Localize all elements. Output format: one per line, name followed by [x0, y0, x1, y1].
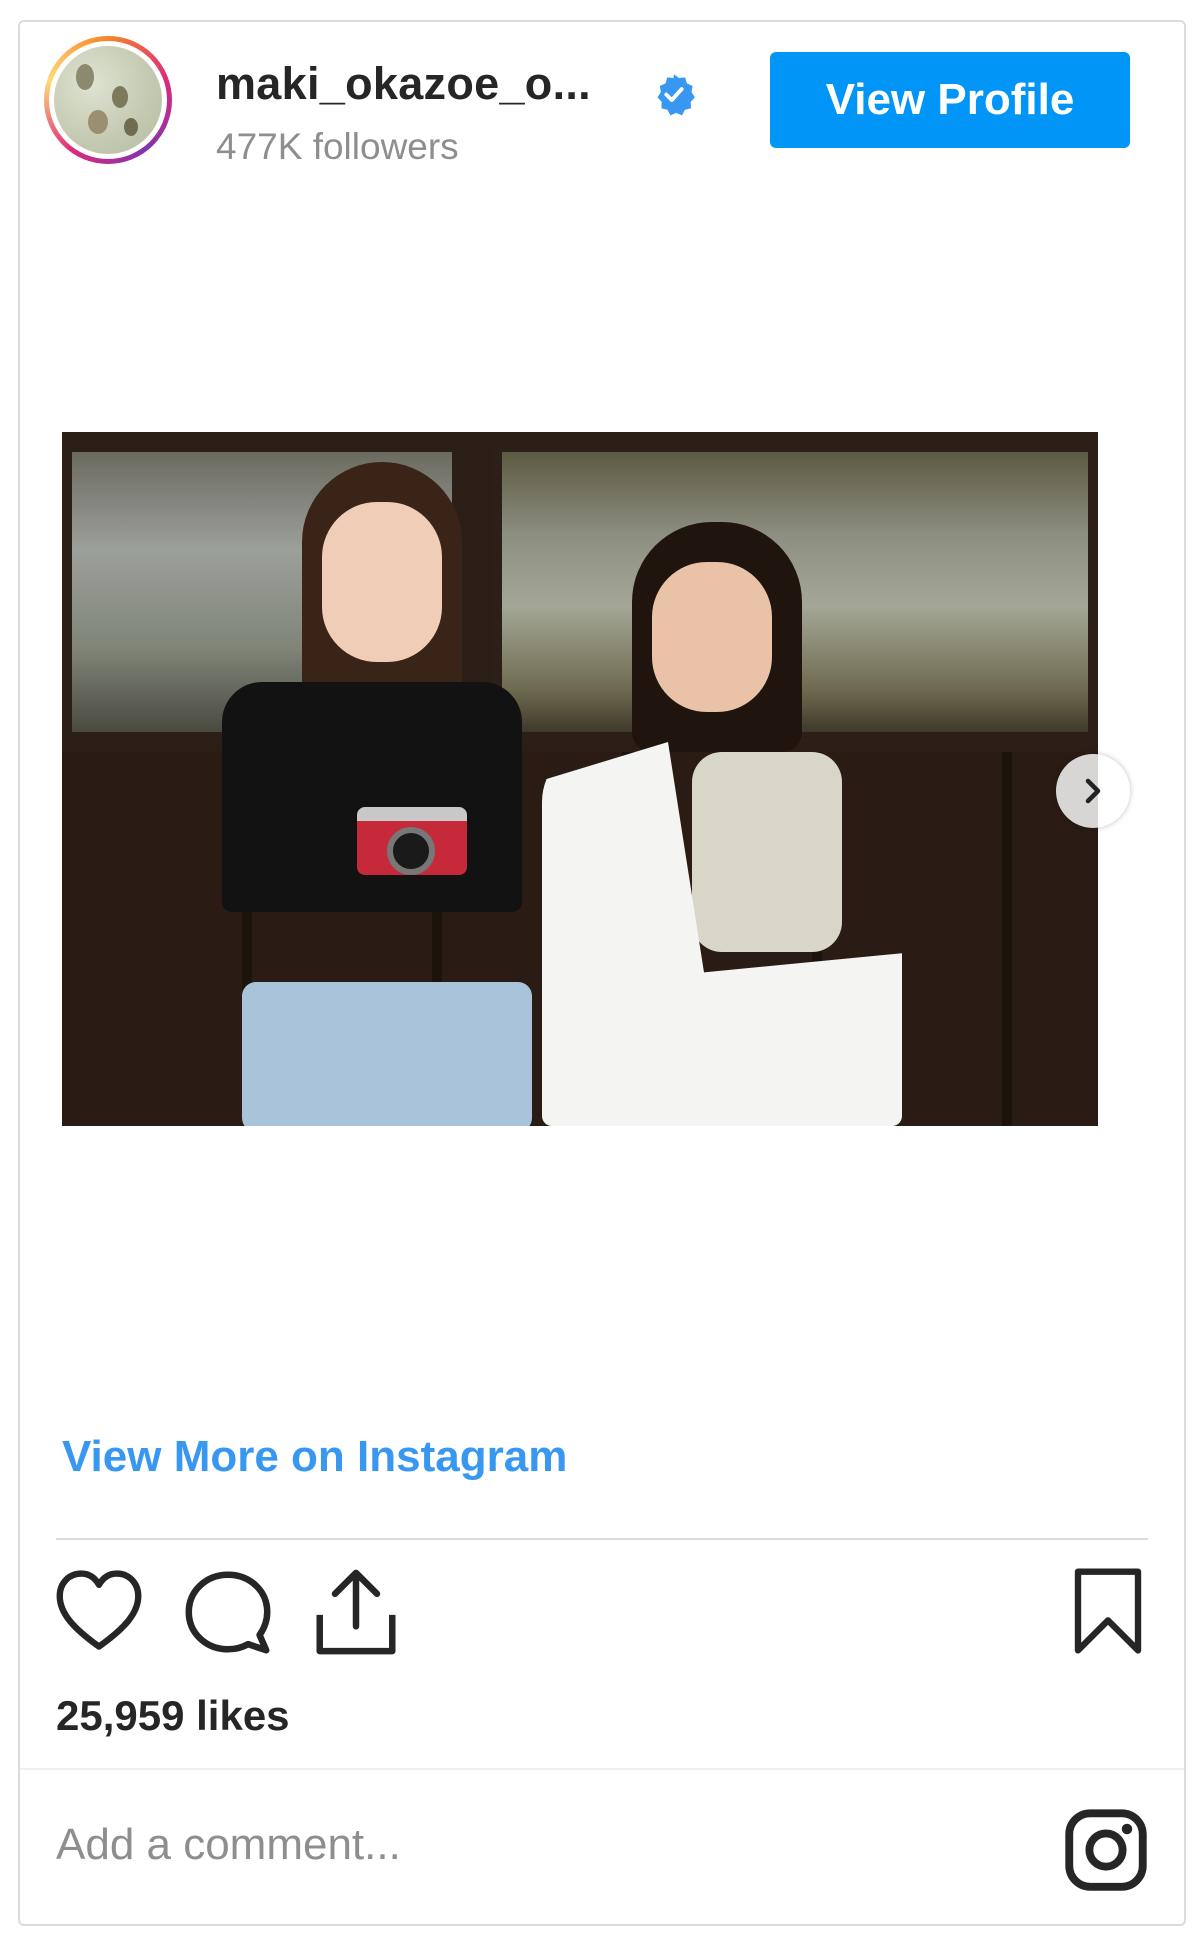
person-right: [532, 522, 912, 1126]
instagram-logo-icon[interactable]: [1064, 1808, 1148, 1892]
divider: [56, 1538, 1148, 1540]
person-left: [182, 462, 542, 1126]
verified-badge-icon: [657, 74, 695, 116]
profile-avatar[interactable]: [44, 36, 172, 164]
comment-input[interactable]: Add a comment...: [56, 1820, 401, 1870]
heart-icon[interactable]: [54, 1568, 144, 1654]
chevron-right-icon: [1085, 778, 1101, 804]
bookmark-icon[interactable]: [1070, 1566, 1146, 1656]
follower-count: 477K followers: [216, 126, 459, 167]
view-profile-button[interactable]: View Profile: [770, 52, 1130, 148]
comment-bubble-icon[interactable]: [182, 1568, 274, 1656]
like-count: 25,959 likes: [56, 1692, 290, 1739]
share-icon[interactable]: [314, 1564, 398, 1658]
next-photo-button[interactable]: [1056, 754, 1130, 828]
post-photo[interactable]: [62, 432, 1098, 1126]
view-more-link[interactable]: View More on Instagram: [62, 1432, 567, 1482]
username[interactable]: maki_okazoe_o...: [216, 58, 591, 110]
divider: [20, 1768, 1184, 1770]
avatar-image: [54, 46, 162, 154]
